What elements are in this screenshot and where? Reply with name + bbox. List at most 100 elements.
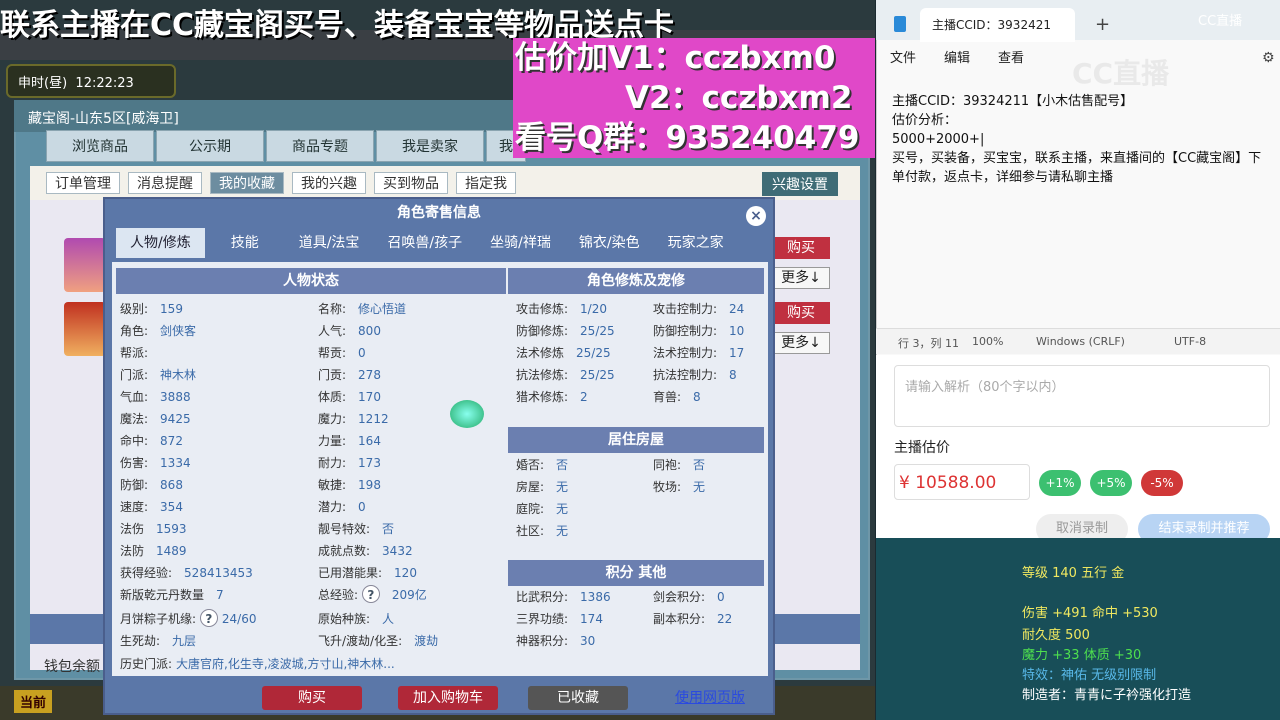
help-icon[interactable]: ?: [199, 609, 218, 627]
stat-label: 敏捷:: [318, 478, 347, 492]
stat-row: 伤害: 1334: [120, 452, 310, 474]
tooltip-maker: 制造者：青青に子衿强化打造: [1022, 688, 1192, 703]
stat-value: 159: [160, 302, 183, 316]
stat-value: 800: [358, 324, 381, 338]
orders-button[interactable]: 订单管理: [46, 172, 120, 194]
stat-row: 门派: 神木林: [120, 364, 310, 386]
menu-edit[interactable]: 编辑: [944, 42, 970, 76]
close-button[interactable]: ×: [746, 206, 766, 226]
stat-label: 抗法控制力:: [653, 368, 718, 382]
stat-value: 25/25: [580, 368, 615, 382]
stat-row: 敏捷: 198: [318, 474, 506, 496]
favorited-button[interactable]: 已收藏: [528, 686, 628, 710]
stat-row: 攻击修炼: 1/20: [516, 298, 646, 320]
stat-row: 速度: 354: [120, 496, 310, 518]
tab-seller[interactable]: 我是卖家: [376, 130, 484, 162]
current-channel-button[interactable]: 当前: [14, 690, 53, 713]
stat-label: 力量:: [318, 434, 347, 448]
cc-corner-logo: CC直播: [1198, 14, 1243, 29]
status-zoom: 100%: [972, 335, 1004, 348]
buy-button[interactable]: 购买: [262, 686, 362, 710]
stat-row: 角色: 剑侠客: [120, 320, 310, 342]
modal-buttons: 购买 加入购物车 已收藏 使用网页版: [262, 686, 762, 710]
stat-row: 神器积分: 30: [516, 630, 646, 652]
buy-button[interactable]: 购买: [772, 302, 830, 324]
favorites-button[interactable]: 我的收藏: [210, 172, 284, 194]
notepad-icon: [894, 16, 906, 32]
stat-row: 牧场: 无: [653, 476, 763, 498]
history-label: 历史门派:: [120, 657, 173, 671]
game-clock: 申时(昼) 12:22:23: [6, 64, 176, 98]
stat-value: 25/25: [576, 346, 611, 360]
stat-row: 法术控制力: 17: [653, 342, 763, 364]
status-position: 行 3，列 11: [898, 337, 959, 350]
add-to-cart-button[interactable]: 加入购物车: [398, 686, 498, 710]
text-line: 买号，买装备，买宝宝，联系主播，来直播间的【CC藏宝阁】下单付款，返点卡，详细参…: [892, 151, 1262, 185]
stat-row: 防御控制力: 10: [653, 320, 763, 342]
stat-label: 名称:: [318, 302, 347, 316]
tab-public[interactable]: 公示期: [156, 130, 264, 162]
item-tooltip: 等级 140 五行 金 伤害 +491 命中 +530 耐久度 500 魔力 +…: [876, 538, 1280, 720]
minus5-button[interactable]: -5%: [1141, 470, 1183, 496]
menu-file[interactable]: 文件: [890, 42, 916, 76]
interest-settings-button[interactable]: 兴趣设置: [762, 172, 838, 196]
total-exp-label: 总经验:: [318, 588, 359, 602]
new-tab-icon[interactable]: +: [1095, 14, 1110, 35]
house-header: 居住房屋: [508, 427, 764, 453]
web-version-link[interactable]: 使用网页版: [660, 686, 760, 710]
plus1-button[interactable]: +1%: [1039, 470, 1081, 496]
stat-value: 无: [556, 524, 569, 538]
cc-watermark-logo: CC直播: [1072, 57, 1170, 90]
stat-row: 攻击控制力: 24: [653, 298, 763, 320]
stat-value: 7: [216, 588, 224, 602]
stat-row: 潜力: 0: [318, 496, 506, 518]
stat-label: 比武积分:: [516, 590, 569, 604]
analysis-input[interactable]: 请输入解析（80个字以内）: [894, 365, 1270, 427]
tab-items[interactable]: 道具/法宝: [285, 228, 374, 258]
modal-tabs: 人物/修炼 技能 道具/法宝 召唤兽/孩子 坐骑/祥瑞 锦衣/染色 玩家之家: [116, 228, 764, 258]
race-value: 人: [382, 612, 395, 626]
tab-home[interactable]: 玩家之家: [654, 228, 738, 258]
tab-outfits[interactable]: 锦衣/染色: [565, 228, 654, 258]
messages-button[interactable]: 消息提醒: [128, 172, 202, 194]
tab-skills[interactable]: 技能: [205, 228, 285, 258]
more-button[interactable]: 更多↓: [772, 267, 830, 289]
stat-row: 帮贡: 0: [318, 342, 506, 364]
stat-row: 气血: 3888: [120, 386, 310, 408]
stat-label: 已用潜能果:: [318, 566, 383, 580]
stat-row: 耐力: 173: [318, 452, 506, 474]
stat-value: 1489: [156, 544, 187, 558]
menu-view[interactable]: 查看: [998, 42, 1024, 76]
help-icon[interactable]: ?: [361, 585, 380, 603]
stat-row: 猎术修炼: 2: [516, 386, 646, 408]
tab-browse[interactable]: 浏览商品: [46, 130, 154, 162]
tab-mounts[interactable]: 坐骑/祥瑞: [476, 228, 565, 258]
stat-row: 法伤 1593: [120, 518, 310, 540]
assigned-button[interactable]: 指定我: [456, 172, 516, 194]
status-header: 人物状态: [116, 268, 506, 294]
notepad-text[interactable]: 主播CCID：39324211【小木估售配号】 估价分析： 5000+2000+…: [892, 92, 1272, 187]
stat-value: 528413453: [184, 566, 253, 580]
stat-value: 剑侠客: [160, 324, 197, 338]
stat-value: 354: [160, 500, 183, 514]
stat-label: 人气:: [318, 324, 347, 338]
tab-character[interactable]: 人物/修炼: [116, 228, 205, 258]
gear-icon[interactable]: ⚙: [1262, 50, 1275, 66]
bought-button[interactable]: 买到物品: [374, 172, 448, 194]
stat-label: 猎术修炼:: [516, 390, 569, 404]
buy-button[interactable]: 购买: [772, 237, 830, 259]
stat-label: 法术修炼: [516, 346, 565, 360]
notepad-tab[interactable]: 主播CCID：3932421: [920, 8, 1075, 42]
tab-pets[interactable]: 召唤兽/孩子: [373, 228, 476, 258]
plus5-button[interactable]: +5%: [1090, 470, 1132, 496]
fly-label: 飞升/渡劫/化圣:: [318, 634, 403, 648]
interests-button[interactable]: 我的兴趣: [292, 172, 366, 194]
mooncake-row: 月饼粽子机缘: ? 24/60: [120, 608, 310, 630]
stat-value: 170: [358, 390, 381, 404]
tab-topics[interactable]: 商品专题: [266, 130, 374, 162]
stat-value: 25/25: [580, 324, 615, 338]
price-input[interactable]: ¥ 10588.00: [894, 464, 1030, 500]
stat-value: 198: [358, 478, 381, 492]
more-button[interactable]: 更多↓: [772, 332, 830, 354]
stat-label: 速度:: [120, 500, 149, 514]
